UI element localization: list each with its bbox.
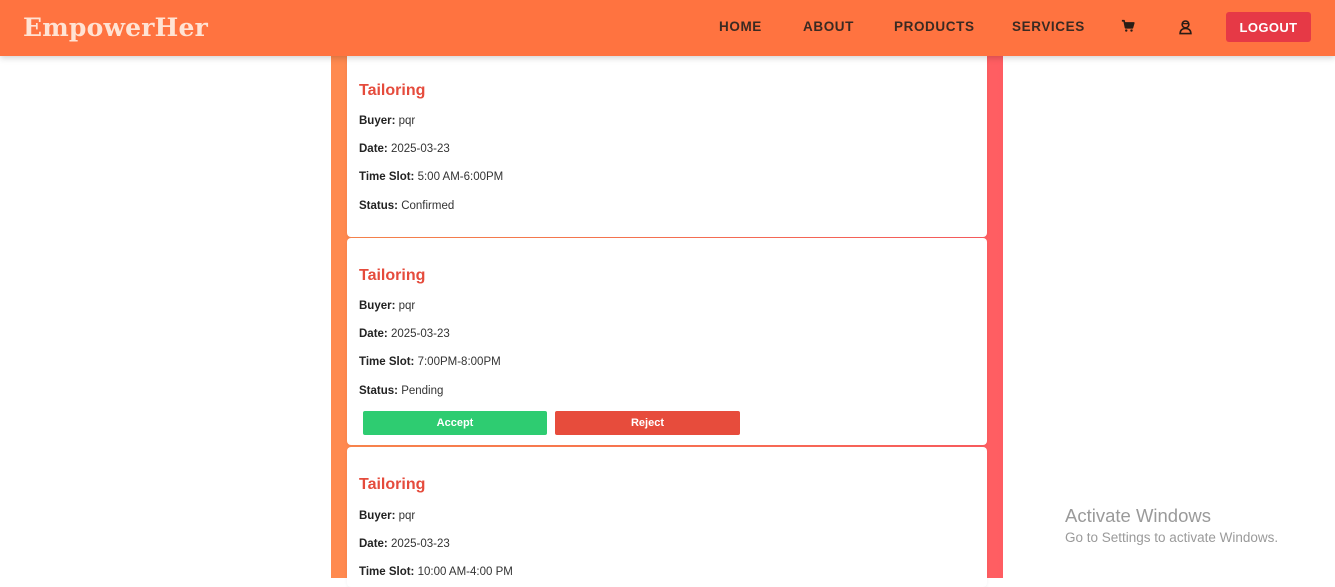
reject-button[interactable]: Reject [555,411,740,435]
service-title: Tailoring [359,267,426,284]
time-slot-row: Time Slot: 7:00PM-8:00PM [359,356,501,368]
brand-logo[interactable]: EmpowerHer [23,13,208,42]
date-value: 2025-03-23 [390,538,450,550]
service-title: Tailoring [359,82,426,99]
status-row: Status: Pending [359,385,444,397]
time-slot-row: Time Slot: 10:00 AM-4:00 PM [359,566,513,578]
cart-icon[interactable] [1121,19,1137,35]
navbar: EmpowerHer HOME ABOUT PRODUCTS SERVICES … [0,0,1335,56]
activate-windows-title: Activate Windows [1065,505,1211,526]
date-row: Date: 2025-03-23 [359,143,450,155]
nav-products[interactable]: PRODUCTS [894,19,975,34]
date-row: Date: 2025-03-23 [359,538,450,550]
date-value: 2025-03-23 [390,328,450,340]
service-title: Tailoring [359,476,426,493]
buyer-value: pqr [398,115,416,127]
activate-windows-subtitle: Go to Settings to activate Windows. [1065,530,1279,545]
buyer-row: Buyer: pqr [359,300,416,312]
date-row: Date: 2025-03-23 [359,328,450,340]
nav-services[interactable]: SERVICES [1012,19,1085,34]
accept-button[interactable]: Accept [363,411,547,435]
time-slot-row: Time Slot: 5:00 AM-6:00PM [359,171,504,183]
buyer-row: Buyer: pqr [359,115,416,127]
booking-card: Tailoring Buyer: pqr Date: 2025-03-23 Ti… [347,447,987,587]
nav-home[interactable]: HOME [719,19,762,34]
time-slot-value: 5:00 AM-6:00PM [417,171,504,183]
logout-button[interactable]: LOGOUT [1226,12,1311,42]
buyer-value: pqr [398,510,416,522]
status-row: Status: Confirmed [359,200,455,212]
buyer-row: Buyer: pqr [359,510,416,522]
user-icon[interactable] [1178,19,1194,35]
booking-card: Tailoring Buyer: pqr Date: 2025-03-23 Ti… [347,238,987,445]
time-slot-value: 10:00 AM-4:00 PM [417,566,513,578]
date-value: 2025-03-23 [390,143,450,155]
time-slot-value: 7:00PM-8:00PM [417,356,501,368]
status-value: Pending [401,385,444,397]
buyer-value: pqr [398,300,416,312]
booking-card: Tailoring Buyer: pqr Date: 2025-03-23 Ti… [347,56,987,237]
status-value: Confirmed [401,200,455,212]
nav-about[interactable]: ABOUT [803,19,854,34]
